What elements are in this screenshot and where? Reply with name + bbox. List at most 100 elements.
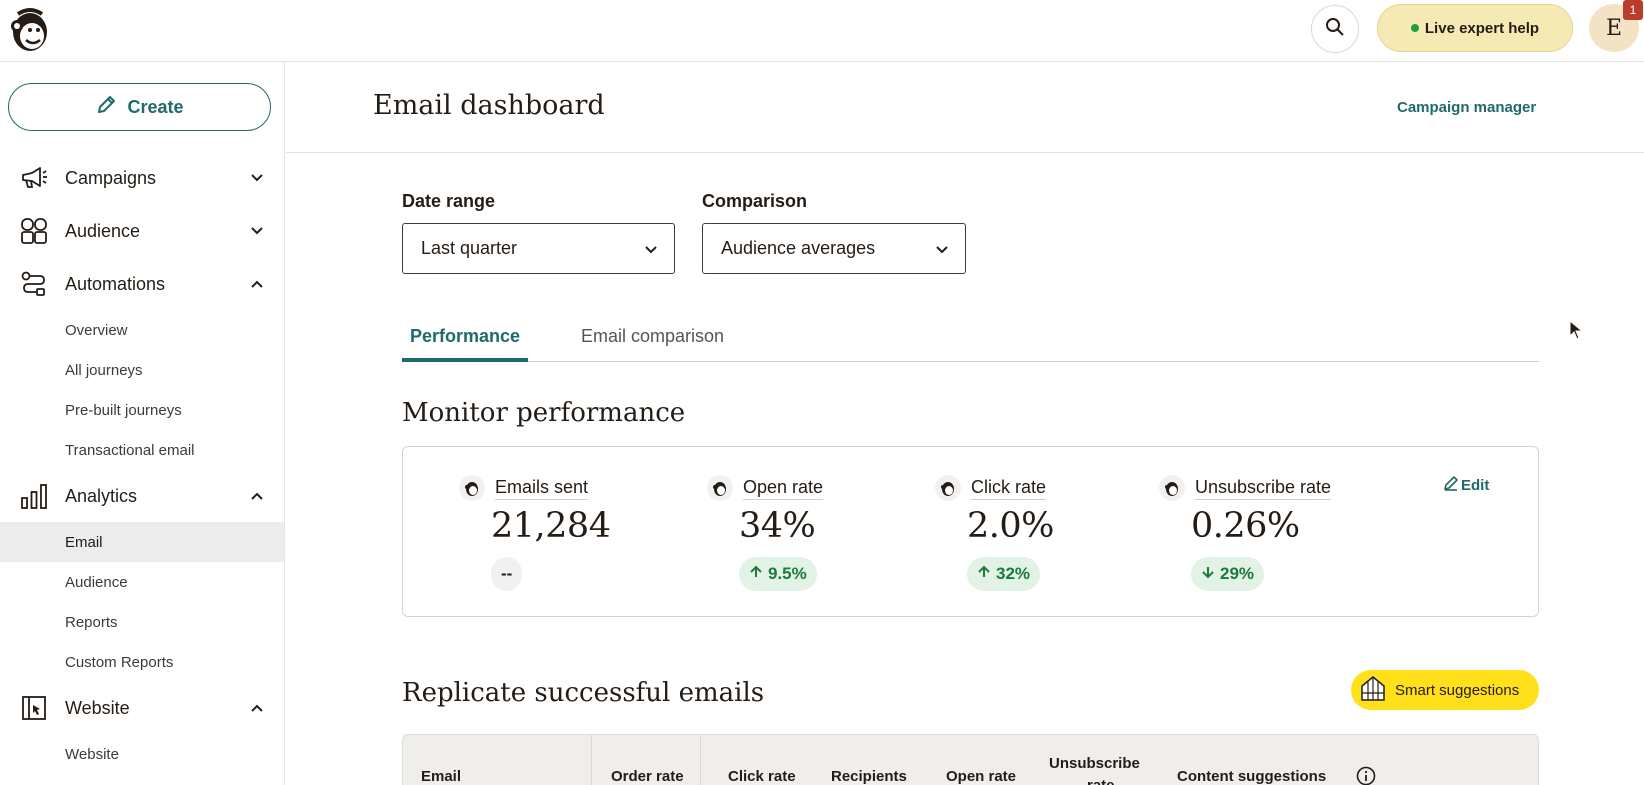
metric-delta-badge: 32% (967, 557, 1041, 591)
page-title: Email dashboard (373, 90, 605, 121)
notification-badge: 1 (1623, 0, 1643, 20)
column-divider (591, 735, 592, 785)
help-label: Live expert help (1424, 19, 1540, 37)
column-header-email[interactable]: Email (421, 768, 461, 785)
sidebar-item-audience[interactable]: Audience (0, 211, 285, 251)
metric-delta-badge: -- (491, 557, 523, 591)
mailchimp-freddie-icon (459, 475, 485, 501)
tab-performance[interactable]: Performance (402, 326, 529, 362)
info-icon[interactable] (1356, 766, 1376, 785)
metric-label: Open rate (743, 477, 824, 500)
column-divider (700, 735, 701, 785)
date-range-label: Date range (402, 191, 496, 211)
replicate-emails-title: Replicate successful emails (402, 678, 765, 708)
date-range-value: Last quarter (421, 238, 518, 258)
monitor-performance-title: Monitor performance (402, 398, 686, 428)
arrow-up-icon (749, 564, 763, 584)
delta-value: 29% (1220, 564, 1255, 583)
sidebar-item-label: Automations (65, 273, 166, 294)
mailchimp-logo-icon[interactable] (8, 6, 52, 51)
create-label: Create (127, 96, 184, 117)
chevron-down-icon (247, 168, 267, 188)
sidebar-item-label: Campaigns (65, 167, 157, 188)
sidebar-subitem-custom-reports[interactable]: Custom Reports (0, 642, 284, 682)
metric-label: Unsubscribe rate (1195, 477, 1332, 500)
column-header-content-suggestions[interactable]: Content suggestions (1177, 768, 1326, 785)
comparison-select[interactable]: Audience averages (702, 223, 966, 274)
chevron-up-icon (247, 274, 267, 294)
search-icon (1325, 17, 1345, 42)
mouse-cursor-icon (1569, 319, 1584, 345)
metric-label: Emails sent (495, 477, 589, 500)
campaign-manager-link[interactable]: Campaign manager (1397, 99, 1536, 116)
sidebar-subitem-reports[interactable]: Reports (0, 602, 284, 642)
sidebar-subitem-transactional-email[interactable]: Transactional email (0, 430, 284, 470)
edit-label: Edit (1461, 476, 1490, 494)
sidebar-item-website[interactable]: Website (0, 688, 285, 728)
column-header-click-rate[interactable]: Click rate (728, 768, 796, 785)
column-header-unsubscribe[interactable]: Unsubscribe (1049, 755, 1140, 772)
chevron-down-icon (247, 221, 267, 241)
metric-value: 2.0% (967, 506, 1054, 546)
performance-card: Emails sent 21,284 -- Open rate 34% 9.5%… (402, 446, 1539, 617)
sidebar-subitem-overview[interactable]: Overview (0, 310, 284, 350)
bar-chart-icon (20, 482, 48, 510)
mailchimp-freddie-icon (935, 475, 961, 501)
create-button[interactable]: Create (8, 83, 271, 131)
megaphone-icon (20, 164, 48, 192)
chevron-down-icon (933, 240, 951, 258)
mailchimp-freddie-icon (1159, 475, 1185, 501)
column-header-open-rate[interactable]: Open rate (946, 768, 1016, 785)
online-status-dot (1410, 24, 1419, 32)
tab-bar: Performance Email comparison (402, 318, 1539, 362)
column-header-recipients[interactable]: Recipients (831, 768, 907, 785)
sidebar-subitem-website[interactable]: Website (0, 734, 284, 774)
sidebar-subitem-email[interactable]: Email (0, 522, 284, 562)
audience-icon (20, 217, 48, 245)
comparison-label: Comparison (702, 191, 808, 211)
metric-delta-badge: 29% (1191, 557, 1265, 591)
sidebar-item-label: Website (65, 697, 130, 718)
pencil-icon (1443, 475, 1459, 495)
sidebar-subitem-audience[interactable]: Audience (0, 562, 284, 602)
metric-value: 34% (739, 506, 816, 546)
smart-suggestions-label: Smart suggestions (1395, 681, 1520, 699)
sidebar-item-automations[interactable]: Automations (0, 264, 285, 304)
search-button[interactable] (1311, 5, 1359, 53)
mailchimp-freddie-icon (707, 475, 733, 501)
chevron-down-icon (642, 240, 660, 258)
greenhouse-icon (1359, 674, 1387, 706)
automations-icon (20, 270, 48, 298)
sidebar-subitem-all-journeys[interactable]: All journeys (0, 350, 284, 390)
sidebar-item-label: Audience (65, 220, 141, 241)
sidebar-item-label: Analytics (65, 485, 138, 506)
column-header-order-rate[interactable]: Order rate (611, 768, 684, 785)
emails-table-header: Email Order rate Click rate Recipients O… (402, 734, 1539, 785)
column-header-unsubscribe-rate[interactable]: rate (1087, 777, 1115, 785)
sidebar-subitem-pre-built-journeys[interactable]: Pre-built journeys (0, 390, 284, 430)
sidebar: Create Campaigns Audience Automations Ov… (0, 62, 285, 785)
page-header: Email dashboard Campaign manager (286, 62, 1644, 153)
metric-value: 0.26% (1191, 506, 1300, 546)
top-bar: Live expert help E 1 (0, 0, 1644, 62)
chevron-up-icon (247, 486, 267, 506)
metric-value: 21,284 (491, 506, 611, 546)
delta-value: -- (501, 564, 513, 583)
sidebar-item-analytics[interactable]: Analytics (0, 476, 285, 516)
avatar-initial: E (1605, 15, 1623, 41)
edit-metrics-button[interactable]: Edit (1443, 475, 1489, 495)
date-range-select[interactable]: Last quarter (402, 223, 675, 274)
delta-value: 9.5% (768, 564, 807, 583)
metric-delta-badge: 9.5% (739, 557, 817, 591)
tab-email-comparison[interactable]: Email comparison (573, 326, 732, 362)
comparison-value: Audience averages (721, 238, 876, 258)
live-expert-help-button[interactable]: Live expert help (1377, 4, 1573, 52)
metric-label: Click rate (971, 477, 1047, 500)
pencil-icon (95, 94, 117, 121)
sidebar-item-campaigns[interactable]: Campaigns (0, 158, 285, 198)
arrow-up-icon (977, 564, 991, 584)
delta-value: 32% (996, 564, 1031, 583)
arrow-down-icon (1201, 564, 1215, 584)
smart-suggestions-button[interactable]: Smart suggestions (1351, 670, 1539, 710)
chevron-up-icon (247, 698, 267, 718)
